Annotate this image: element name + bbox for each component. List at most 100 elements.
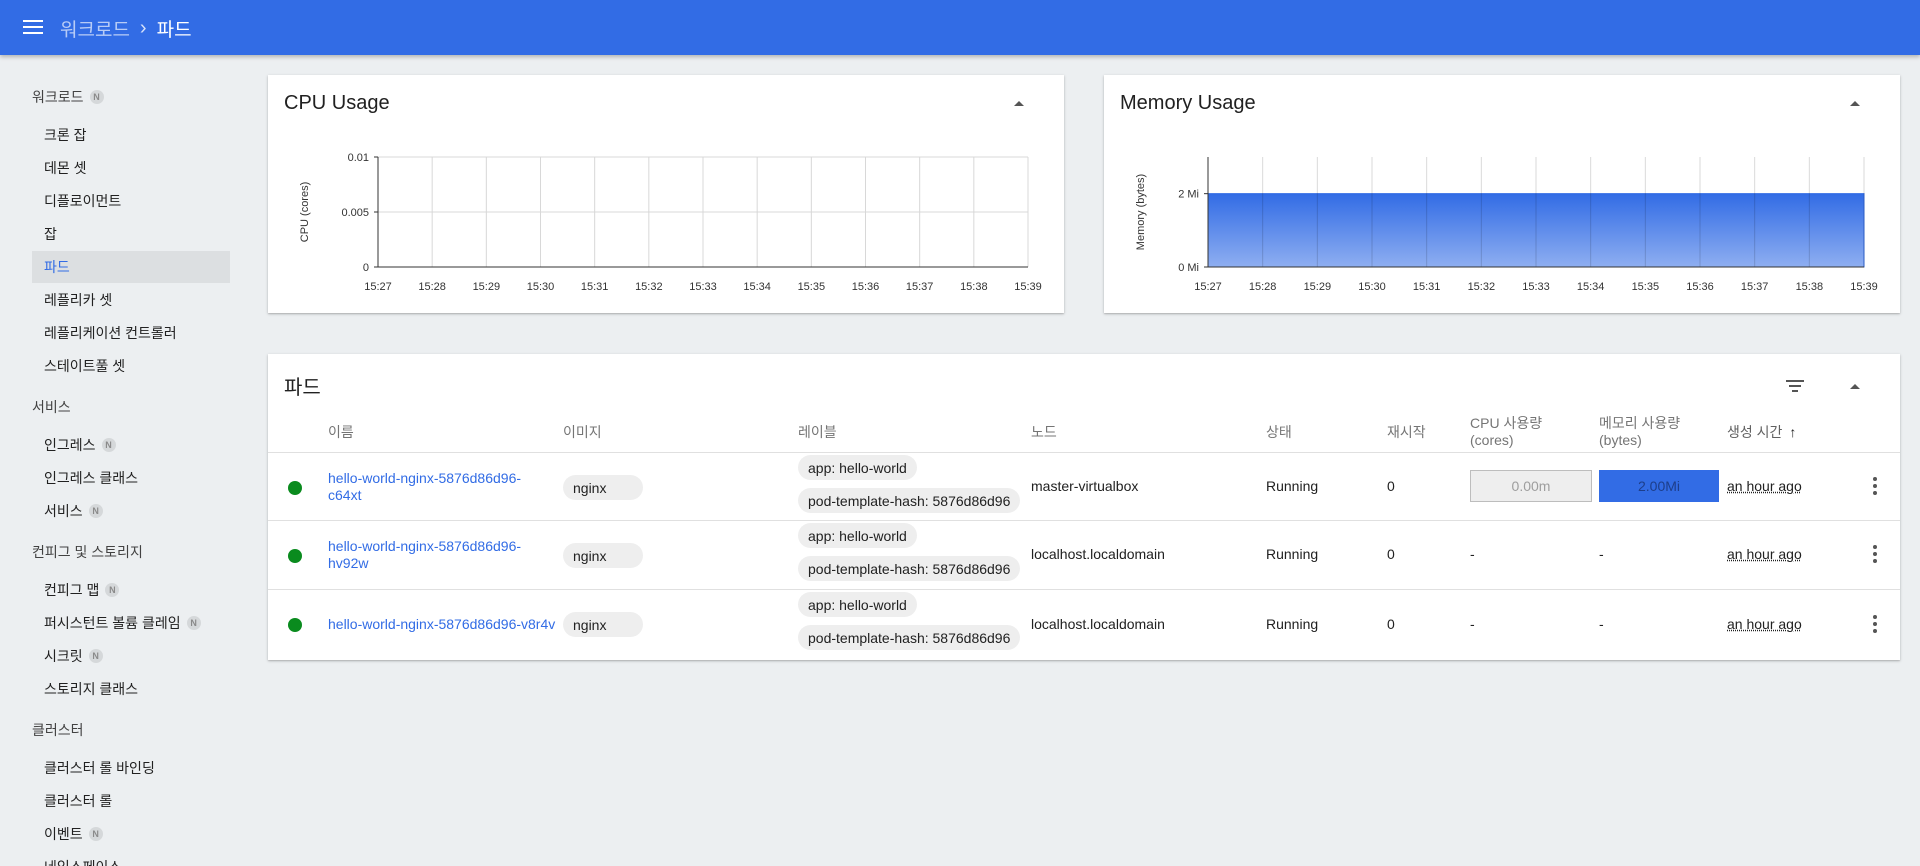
- sidebar-item-events[interactable]: 이벤트 N: [32, 818, 230, 850]
- namespaced-badge: N: [88, 827, 103, 841]
- chevron-right-icon: ›: [139, 17, 147, 39]
- pod-name-line1: hello-world-nginx-5876d86d96-: [328, 538, 522, 554]
- status-running-icon: [288, 549, 302, 563]
- namespaced-badge: N: [186, 616, 201, 630]
- more-vert-icon[interactable]: [1863, 474, 1887, 498]
- sidebar-item-label: 네임스페이스: [44, 857, 121, 866]
- created-time[interactable]: an hour ago: [1727, 616, 1802, 632]
- cpu-sparkline: 0.00m: [1470, 470, 1592, 502]
- y-axis-label: Memory (bytes): [1135, 174, 1147, 250]
- pod-name-line1: hello-world-nginx-5876d86d96-v8r4v: [328, 616, 556, 632]
- breadcrumb-current: 파드: [156, 20, 192, 41]
- sidebar-item-label: 컨피그 맵: [44, 582, 100, 598]
- x-tick-label: 15:29: [1304, 281, 1332, 293]
- breadcrumb: 워크로드 › 파드: [60, 15, 192, 42]
- x-tick-label: 15:34: [743, 281, 771, 293]
- column-header-cpu: CPU 사용량 (cores): [1470, 415, 1542, 449]
- column-header-cpu-line2: (cores): [1470, 432, 1514, 448]
- sidebar-section-config-storage[interactable]: 컨피그 및 스토리지: [32, 542, 143, 562]
- sidebar-item-storage-classes[interactable]: 스토리지 클래스: [32, 673, 230, 705]
- x-tick-label: 15:39: [1850, 281, 1878, 293]
- sidebar-section-label: 컨피그 및 스토리지: [32, 544, 143, 560]
- sidebar-item-label: 데몬 셋: [44, 160, 87, 176]
- x-tick-label: 15:37: [1741, 281, 1769, 293]
- pods-card-title: 파드: [284, 377, 321, 399]
- label-chip: app: hello-world: [798, 523, 917, 548]
- arrow-up-icon: [1850, 383, 1860, 389]
- status-cell: Running: [1266, 546, 1319, 562]
- sidebar-item-label: 파드: [44, 259, 70, 275]
- sidebar-item-ingress-classes[interactable]: 인그레스 클래스: [32, 462, 230, 494]
- menu-icon[interactable]: [20, 15, 46, 39]
- more-vert-icon[interactable]: [1863, 542, 1887, 566]
- status-cell: Running: [1266, 616, 1319, 632]
- pod-name-link[interactable]: hello-world-nginx-5876d86d96- hv92w: [328, 538, 558, 572]
- sidebar-section-services[interactable]: 서비스: [32, 397, 71, 417]
- sidebar-section-label: 클러스터: [32, 722, 84, 738]
- column-header-created[interactable]: 생성 시간 ↑: [1727, 424, 1796, 441]
- column-header-cpu-line1: CPU 사용량: [1470, 415, 1543, 431]
- more-vert-icon[interactable]: [1863, 612, 1887, 636]
- sidebar-item-namespaces[interactable]: 네임스페이스: [32, 851, 230, 866]
- sidebar-section-workloads[interactable]: 워크로드 N: [32, 87, 104, 107]
- x-tick-label: 15:37: [906, 281, 934, 293]
- sidebar-item-ingresses[interactable]: 인그레스 N: [32, 429, 230, 461]
- node-cell: master-virtualbox: [1031, 478, 1139, 494]
- pod-name-line2: c64xt: [328, 487, 362, 503]
- memory-cell: -: [1599, 546, 1604, 562]
- y-axis-label: CPU (cores): [299, 182, 311, 243]
- memory-sparkline: 2.00Mi: [1599, 470, 1719, 502]
- sidebar-item-services[interactable]: 서비스 N: [32, 495, 230, 527]
- sidebar-item-deployments[interactable]: 디플로이먼트: [32, 185, 230, 217]
- sidebar-item-replica-sets[interactable]: 레플리카 셋: [32, 284, 230, 316]
- column-header-memory-line1: 메모리 사용량: [1599, 415, 1681, 431]
- pod-name-link[interactable]: hello-world-nginx-5876d86d96- c64xt: [328, 470, 558, 504]
- x-tick-label: 15:39: [1014, 281, 1042, 293]
- x-tick-label: 15:36: [852, 281, 880, 293]
- sidebar-item-label: 레플리케이션 컨트롤러: [44, 325, 177, 341]
- restarts-cell: 0: [1387, 478, 1395, 494]
- breadcrumb-workloads-link[interactable]: 워크로드: [60, 15, 130, 42]
- filter-icon[interactable]: [1784, 374, 1808, 398]
- sidebar-item-replication-controllers[interactable]: 레플리케이션 컨트롤러: [32, 317, 230, 349]
- sidebar-item-jobs[interactable]: 잡: [32, 218, 230, 250]
- x-tick-label: 15:32: [1468, 281, 1496, 293]
- divider: [268, 452, 1900, 453]
- memory-usage-chart: 15:27 15:28 15:29 15:30 15:31 15:32 15:33 15:34…: [1135, 157, 1878, 293]
- sidebar-item-persistent-volume-claims[interactable]: 퍼시스턴트 볼륨 클레임 N: [32, 607, 230, 639]
- pod-name-link[interactable]: hello-world-nginx-5876d86d96-v8r4v: [328, 616, 563, 633]
- sidebar-item-secrets[interactable]: 시크릿 N: [32, 640, 230, 672]
- y-tick-label: 0: [363, 262, 369, 274]
- sidebar-item-label: 크론 잡: [44, 127, 87, 143]
- restarts-cell: 0: [1387, 546, 1395, 562]
- x-tick-label: 15:31: [581, 281, 609, 293]
- sidebar-item-label: 잡: [44, 226, 57, 242]
- pod-name-line2: hv92w: [328, 555, 369, 571]
- namespaced-badge: N: [101, 438, 116, 452]
- x-tick-label: 15:31: [1413, 281, 1441, 293]
- sidebar-item-cluster-role-bindings[interactable]: 클러스터 롤 바인딩: [32, 752, 230, 784]
- created-time[interactable]: an hour ago: [1727, 546, 1802, 562]
- sidebar-item-config-maps[interactable]: 컨피그 맵 N: [32, 574, 230, 606]
- sidebar-item-cluster-roles[interactable]: 클러스터 롤: [32, 785, 230, 817]
- status-running-icon: [288, 481, 302, 495]
- sidebar-item-label: 클러스터 롤 바인딩: [44, 760, 155, 776]
- sidebar-item-daemon-sets[interactable]: 데몬 셋: [32, 152, 230, 184]
- sidebar-item-label: 시크릿: [44, 648, 83, 664]
- created-time[interactable]: an hour ago: [1727, 478, 1802, 494]
- x-tick-label: 15:27: [364, 281, 392, 293]
- sidebar-item-cron-jobs[interactable]: 크론 잡: [32, 119, 230, 151]
- sidebar-item-label: 레플리카 셋: [44, 292, 113, 308]
- sidebar-section-label: 워크로드: [32, 89, 84, 105]
- namespaced-badge: N: [88, 649, 103, 663]
- y-tick-label: 2 Mi: [1178, 189, 1199, 201]
- x-tick-label: 15:27: [1194, 281, 1222, 293]
- sidebar-section-cluster[interactable]: 클러스터: [32, 720, 84, 740]
- sidebar-item-pods[interactable]: 파드: [32, 251, 230, 283]
- sidebar-item-stateful-sets[interactable]: 스테이트풀 셋: [32, 350, 230, 382]
- column-header-name[interactable]: 이름: [328, 424, 354, 441]
- sidebar-item-label: 인그레스 클래스: [44, 470, 139, 486]
- x-tick-label: 15:29: [473, 281, 501, 293]
- collapse-pods-card-button[interactable]: [1843, 374, 1867, 398]
- cpu-cell: -: [1470, 546, 1475, 562]
